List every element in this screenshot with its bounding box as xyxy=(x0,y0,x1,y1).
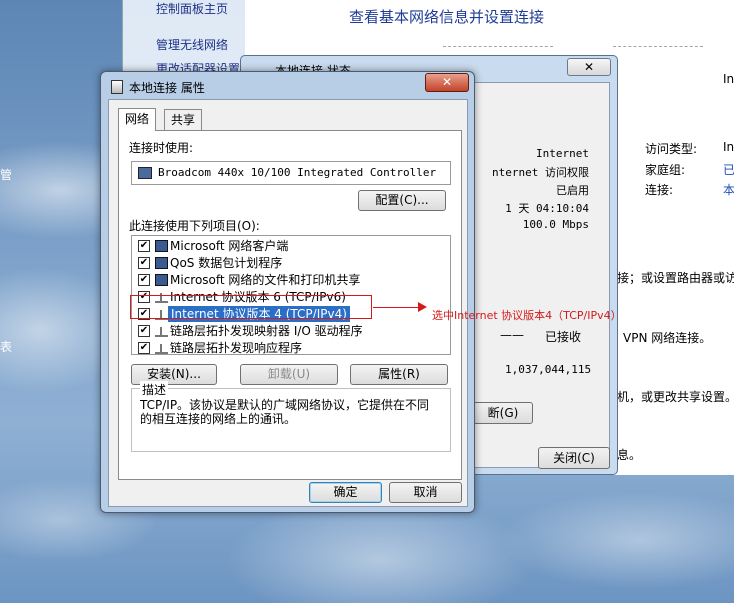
setup-text: 接；或设置路由器或访 xyxy=(617,271,734,285)
connection-line xyxy=(443,46,553,47)
annotation-arrow-line xyxy=(373,307,421,308)
list-item-label: Microsoft 网络的文件和打印机共享 xyxy=(170,273,361,287)
service-icon xyxy=(155,257,168,269)
tab-network[interactable]: 网络 xyxy=(118,108,157,131)
description-label: 描述 xyxy=(140,381,169,398)
description-group: 描述 TCP/IP。该协议是默认的广域网络协议，它提供在不同的相互连接的网络上的… xyxy=(131,381,451,452)
desktop-icon-label[interactable]: 表 xyxy=(0,338,12,355)
checkbox[interactable]: ✔ xyxy=(138,257,150,269)
sidebar-item-manage-wireless[interactable]: 管理无线网络 xyxy=(156,36,228,53)
annotation-text: 选中Internet 协议版本4（TCP/IPv4） xyxy=(432,309,622,322)
connection-line xyxy=(613,46,703,47)
diagnose-button[interactable]: 断(G) xyxy=(473,402,533,424)
client-icon xyxy=(155,240,168,252)
list-item-label: 链路层拓扑发现响应程序 xyxy=(170,341,303,355)
status-close-button[interactable]: ✕ xyxy=(567,58,611,76)
checkbox[interactable]: ✔ xyxy=(138,274,150,286)
service-icon xyxy=(155,274,168,286)
protocol-icon xyxy=(155,325,168,337)
access-type-value: Int xyxy=(723,140,734,154)
adapter-field: Broadcom 440x 10/100 Integrated Controll… xyxy=(131,161,451,185)
connection-link[interactable]: 本 xyxy=(723,181,734,198)
homegroup-link[interactable]: 已 xyxy=(723,161,734,178)
received-label: 已接收 xyxy=(545,330,582,344)
access-type-label: 访问类型: xyxy=(645,142,698,156)
sharing-text: 机，或更改共享设置。 xyxy=(617,390,734,404)
vpn-text: VPN 网络连接。 xyxy=(623,331,712,345)
annotation-arrow-head xyxy=(418,302,427,312)
tab-sharing[interactable]: 共享 xyxy=(164,109,203,130)
dash: —— xyxy=(500,328,524,342)
items-label: 此连接使用下列项目(O): xyxy=(129,219,260,233)
properties-close-button[interactable]: ✕ xyxy=(425,73,469,92)
description-text: TCP/IP。该协议是默认的广域网络协议，它提供在不同的相互连接的网络上的通讯。 xyxy=(140,398,430,426)
speed: 100.0 Mbps xyxy=(522,218,589,231)
ipv6-connectivity: nternet 访问权限 xyxy=(492,166,589,179)
list-item-label: 链路层拓扑发现映射器 I/O 驱动程序 xyxy=(170,324,363,338)
configure-button[interactable]: 配置(C)... xyxy=(358,190,446,211)
media-state: 已启用 xyxy=(556,184,589,197)
list-item-label: Microsoft 网络客户端 xyxy=(170,239,289,253)
connect-using-label: 连接时使用: xyxy=(129,141,194,155)
desktop-icon-label[interactable]: 管 xyxy=(0,166,12,183)
homegroup-label: 家庭组: xyxy=(645,163,686,177)
network-icon xyxy=(111,80,123,94)
checkbox[interactable]: ✔ xyxy=(138,325,150,337)
trouble-text: 息。 xyxy=(617,448,642,462)
adapter-name: Broadcom 440x 10/100 Integrated Controll… xyxy=(158,166,437,179)
properties-dialog: 本地连接 属性 ✕ 网络 共享 连接时使用: Broadcom 440x 10/… xyxy=(100,71,475,513)
uninstall-button: 卸载(U) xyxy=(240,364,338,385)
properties-button[interactable]: 属性(R) xyxy=(350,364,448,385)
cancel-button[interactable]: 取消 xyxy=(389,482,462,503)
page-title: 查看基本网络信息并设置连接 xyxy=(349,8,545,26)
adapter-icon xyxy=(138,167,152,179)
annotation-highlight-box xyxy=(130,295,372,319)
duration: 1 天 04:10:04 xyxy=(505,202,589,215)
protocol-icon xyxy=(155,342,168,354)
checkbox[interactable]: ✔ xyxy=(138,240,150,252)
internet-label: In xyxy=(723,72,734,86)
checkbox[interactable]: ✔ xyxy=(138,342,150,354)
ipv4-connectivity: Internet xyxy=(536,147,589,160)
bytes-received: 1,037,044,115 xyxy=(505,363,592,376)
close-button[interactable]: 关闭(C) xyxy=(538,447,610,469)
connections-label: 连接: xyxy=(645,183,674,197)
list-item-label: QoS 数据包计划程序 xyxy=(170,256,283,270)
properties-dialog-title: 本地连接 属性 xyxy=(129,81,205,95)
ok-button[interactable]: 确定 xyxy=(309,482,382,503)
sidebar-item-control-panel-home[interactable]: 控制面板主页 xyxy=(156,0,228,17)
